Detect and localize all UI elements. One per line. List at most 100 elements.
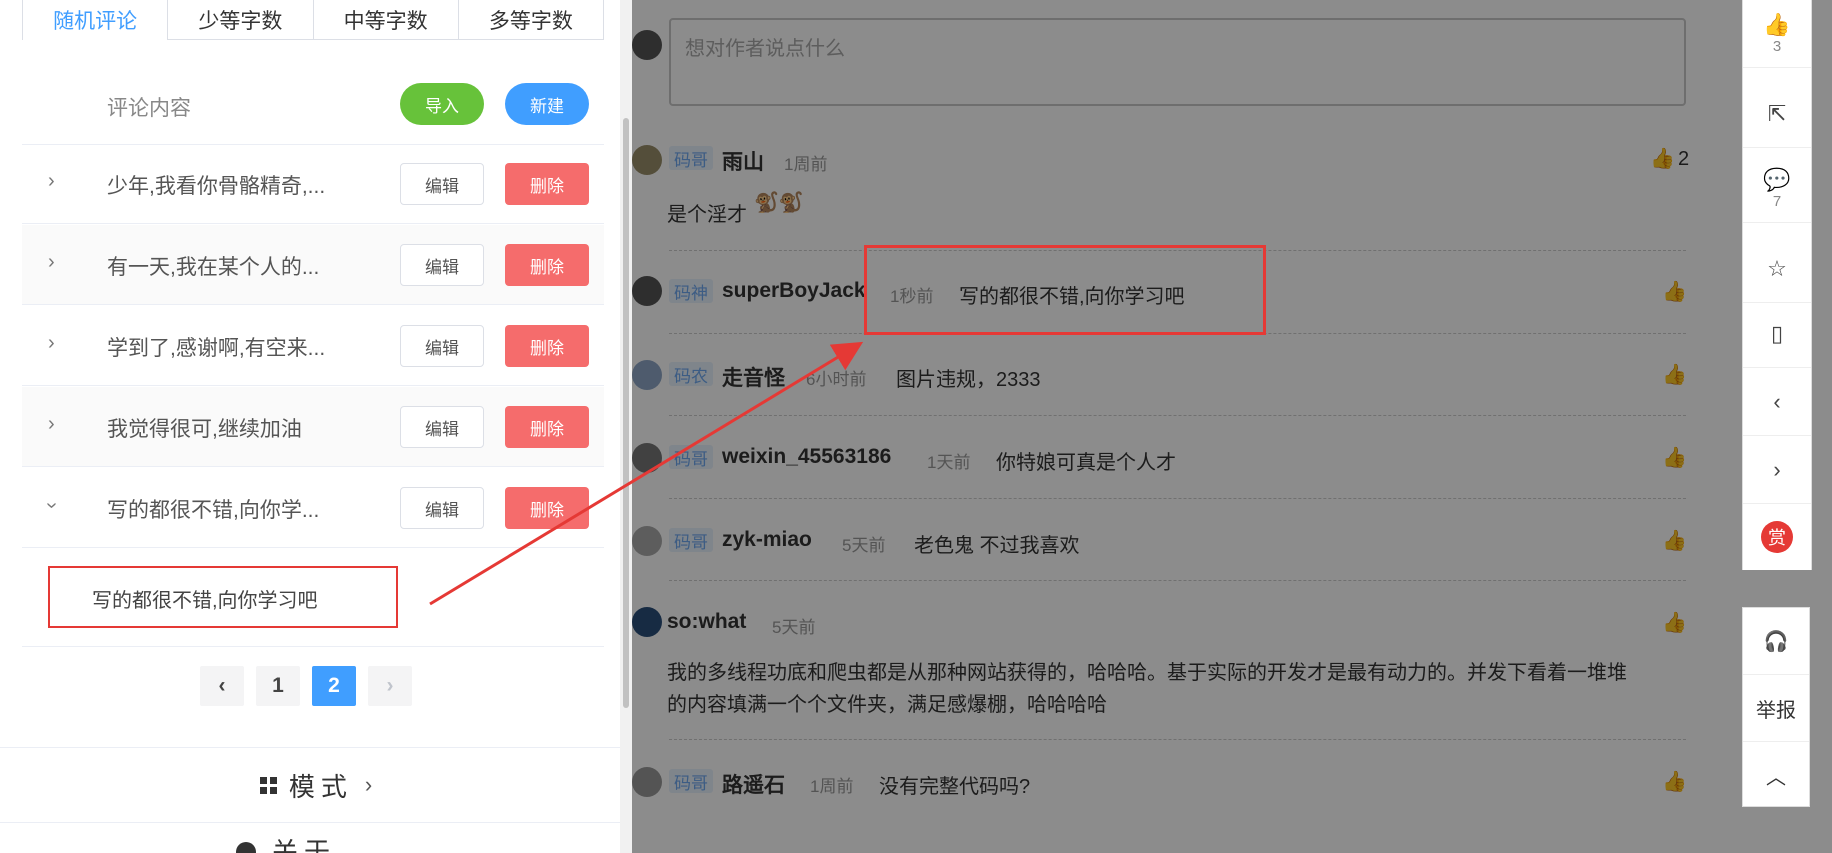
delete-button[interactable]: 删除 bbox=[505, 406, 589, 448]
chevron-right-icon[interactable]: › bbox=[48, 251, 55, 274]
comment-count: 7 bbox=[1772, 193, 1782, 210]
chevron-right-icon[interactable]: › bbox=[48, 170, 55, 193]
tab-long[interactable]: 多等字数 bbox=[458, 0, 604, 40]
prev-toolbar-item[interactable]: ‹ bbox=[1743, 368, 1811, 436]
annotation-box bbox=[864, 245, 1266, 335]
mode-label: 模式 bbox=[288, 771, 353, 802]
back-to-top-button[interactable]: ︿ bbox=[1743, 742, 1809, 808]
column-label-content: 评论内容 bbox=[107, 97, 191, 120]
info-icon bbox=[236, 842, 256, 853]
avatar bbox=[632, 443, 662, 473]
like-icon[interactable]: 👍 bbox=[1662, 769, 1687, 794]
share-toolbar-item[interactable]: ⇱ bbox=[1743, 80, 1811, 148]
delete-button[interactable]: 删除 bbox=[505, 325, 589, 367]
comment-toolbar-item[interactable]: 💬 7 bbox=[1743, 155, 1811, 223]
favorite-toolbar-item[interactable]: ☆ bbox=[1743, 235, 1811, 303]
user-badge: 码哥 bbox=[669, 146, 713, 170]
edit-button[interactable]: 编辑 bbox=[400, 163, 484, 205]
scrollbar-thumb[interactable] bbox=[623, 118, 629, 708]
edit-button[interactable]: 编辑 bbox=[400, 406, 484, 448]
comment-text: 我的多线程功底和爬虫都是从那种网站获得的，哈哈哈。基于实际的开发才是最有动力的。… bbox=[667, 662, 1627, 684]
mobile-icon: ▯ bbox=[1770, 320, 1784, 346]
avatar bbox=[632, 607, 662, 637]
divider bbox=[669, 498, 1686, 499]
comment-text: 图片违规，2333 bbox=[896, 369, 1041, 391]
chevron-left-icon: ‹ bbox=[1773, 388, 1781, 414]
pagination: ‹ 1 2 › bbox=[200, 666, 412, 706]
support-panel: 🎧 举报 ︿ bbox=[1742, 607, 1810, 807]
list-header: 评论内容 导入 新建 bbox=[22, 80, 604, 145]
divider bbox=[669, 739, 1686, 740]
customer-service-button[interactable]: 🎧 bbox=[1743, 608, 1809, 675]
grid-icon bbox=[259, 776, 277, 794]
username[interactable]: weixin_45563186 bbox=[722, 445, 891, 469]
username[interactable]: zyk-miao bbox=[722, 528, 812, 552]
mode-menu[interactable]: 模式 › bbox=[0, 747, 632, 823]
scrollbar[interactable] bbox=[620, 0, 632, 853]
headset-icon: 🎧 bbox=[1763, 630, 1789, 653]
delete-button[interactable]: 删除 bbox=[505, 163, 589, 205]
tab-short[interactable]: 少等字数 bbox=[168, 0, 314, 40]
username[interactable]: 雨山 bbox=[722, 146, 764, 176]
page-2-button[interactable]: 2 bbox=[312, 666, 356, 706]
like-count: 3 bbox=[1772, 38, 1782, 55]
like-icon[interactable]: 👍 bbox=[1662, 445, 1687, 470]
like-count: 2 bbox=[1678, 148, 1690, 170]
delete-button[interactable]: 删除 bbox=[505, 244, 589, 286]
mobile-toolbar-item[interactable]: ▯ bbox=[1743, 300, 1811, 368]
edit-button[interactable]: 编辑 bbox=[400, 487, 484, 529]
divider bbox=[669, 415, 1686, 416]
delete-button[interactable]: 删除 bbox=[505, 487, 589, 529]
avatar bbox=[632, 360, 662, 390]
avatar bbox=[632, 145, 662, 175]
like-icon[interactable]: 👍 bbox=[1662, 362, 1687, 387]
comment-text: 老色鬼 不过我喜欢 bbox=[914, 535, 1080, 557]
list-item[interactable]: › 写的都很不错,向你学... 编辑 删除 bbox=[22, 468, 604, 548]
comment-preview: 有一天,我在某个人的... bbox=[107, 256, 320, 279]
like-icon[interactable]: 👍 bbox=[1662, 528, 1687, 553]
chevron-down-icon[interactable]: › bbox=[40, 502, 63, 509]
username[interactable]: 路遥石 bbox=[722, 769, 785, 799]
list-item[interactable]: › 学到了,感谢啊,有空来... 编辑 删除 bbox=[22, 306, 604, 386]
comment-time: 6小时前 bbox=[806, 370, 867, 389]
user-badge: 码哥 bbox=[669, 769, 713, 793]
edit-button[interactable]: 编辑 bbox=[400, 325, 484, 367]
user-badge: 码哥 bbox=[669, 445, 713, 469]
comment-time: 1周前 bbox=[784, 155, 828, 174]
about-label[interactable]: 关于 bbox=[272, 832, 336, 853]
import-button[interactable]: 导入 bbox=[400, 83, 484, 125]
list-item[interactable]: › 少年,我看你骨骼精奇,... 编辑 删除 bbox=[22, 144, 604, 224]
next-toolbar-item[interactable]: › bbox=[1743, 436, 1811, 504]
user-badge: 码哥 bbox=[669, 528, 713, 552]
list-item[interactable]: › 我觉得很可,继续加油 编辑 删除 bbox=[22, 387, 604, 467]
username[interactable]: so:what bbox=[667, 610, 746, 634]
tab-medium[interactable]: 中等字数 bbox=[313, 0, 459, 40]
avatar bbox=[632, 767, 662, 797]
next-page-button[interactable]: › bbox=[368, 666, 412, 706]
comment-preview: 写的都很不错,向你学... bbox=[107, 499, 320, 522]
like-icon[interactable]: 👍 bbox=[1662, 610, 1687, 635]
chevron-right-icon[interactable]: › bbox=[48, 332, 55, 355]
avatar bbox=[632, 30, 662, 60]
tab-random[interactable]: 随机评论 bbox=[22, 0, 169, 40]
new-button[interactable]: 新建 bbox=[505, 83, 589, 125]
divider bbox=[669, 580, 1686, 581]
like-icon[interactable]: 👍 bbox=[1662, 279, 1687, 304]
like-icon[interactable]: 👍 bbox=[1650, 146, 1675, 171]
like-toolbar-item[interactable]: 👍 3 bbox=[1743, 0, 1811, 68]
emoji-icon: 🐒🐒 bbox=[754, 192, 804, 214]
username[interactable]: 走音怪 bbox=[722, 362, 785, 392]
list-item[interactable]: › 有一天,我在某个人的... 编辑 删除 bbox=[22, 225, 604, 305]
report-button[interactable]: 举报 bbox=[1743, 675, 1809, 742]
avatar bbox=[632, 276, 662, 306]
chevron-up-icon: ︿ bbox=[1766, 766, 1786, 789]
comment-input[interactable]: 想对作者说点什么 bbox=[669, 18, 1686, 106]
page-1-button[interactable]: 1 bbox=[256, 666, 300, 706]
username[interactable]: superBoyJack bbox=[722, 279, 866, 303]
modal-overlay bbox=[632, 0, 1832, 853]
comment-text: 没有完整代码吗? bbox=[879, 776, 1031, 798]
reward-toolbar-item[interactable]: 赏 bbox=[1743, 503, 1811, 570]
edit-button[interactable]: 编辑 bbox=[400, 244, 484, 286]
prev-page-button[interactable]: ‹ bbox=[200, 666, 244, 706]
chevron-right-icon[interactable]: › bbox=[48, 413, 55, 436]
